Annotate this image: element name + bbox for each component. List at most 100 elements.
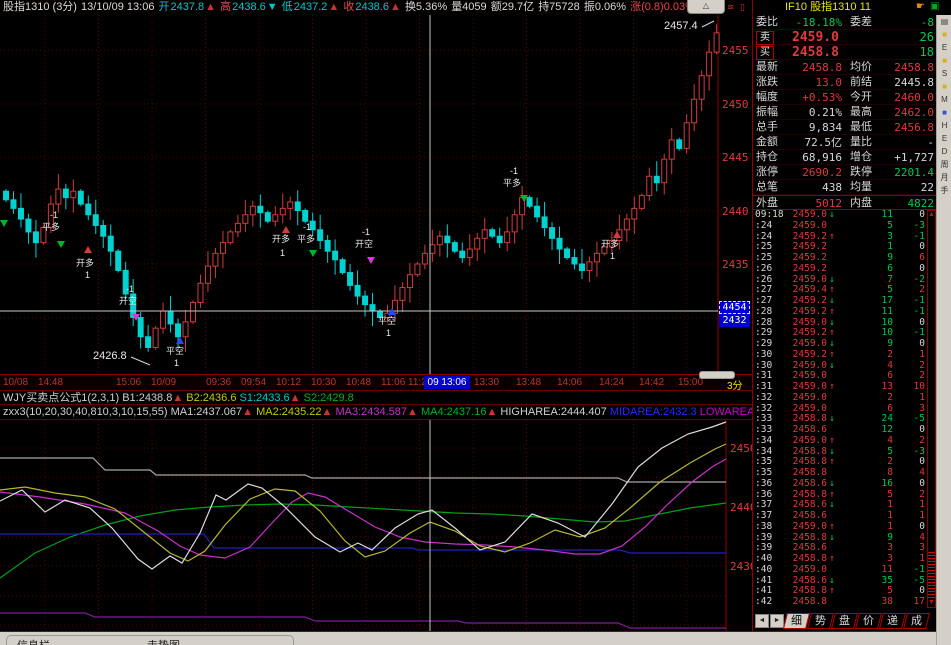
toolbar-icon[interactable]: E: [937, 41, 951, 54]
time-tick-label: 11:06: [381, 377, 405, 388]
tick-row: :312459.0↑1310: [753, 382, 937, 393]
price-tick-label: 2445: [722, 151, 749, 164]
price-tick-label: 2440: [722, 205, 749, 218]
topbar-field: 涨(0.8)0.03%: [630, 1, 695, 13]
toolbar-icon[interactable]: 月: [937, 171, 951, 184]
time-tick-label: 10:48: [346, 377, 371, 388]
buy-row[interactable]: 买2458.818: [753, 45, 937, 60]
tick-tab-盘[interactable]: 盘: [831, 613, 858, 629]
quote-row: 幅度+0.53%今开2460.0: [753, 90, 937, 105]
trade-signal-label: -1: [50, 210, 58, 220]
topbar-field: 持75728: [538, 1, 583, 13]
trade-signal-label: 1: [85, 270, 90, 280]
time-tick-label: 14:06: [557, 377, 582, 388]
toolbar-icon[interactable]: ■: [937, 106, 951, 119]
kline-chart[interactable]: 245524502445244024352430 -1平多开多1-1开空平空1开…: [0, 15, 752, 374]
horizontal-scrollbar[interactable]: [699, 371, 735, 379]
indicator-value: HIGHAREA:2444.407: [500, 406, 609, 418]
topbar-field: 换5.36%: [405, 1, 450, 13]
tick-list: 09:182459.0↓110:242459.05-3:242459.2↑3-1…: [753, 210, 937, 608]
bottom-tab-label[interactable]: 信息栏: [17, 637, 50, 645]
tick-row: :262459.0↓7-2: [753, 275, 937, 286]
tick-tab-递[interactable]: 递: [879, 613, 906, 629]
trade-signal-label: -1: [303, 222, 311, 232]
tick-row: :342458.8↓5-3: [753, 447, 937, 458]
toolbar-icon[interactable]: S: [937, 67, 951, 80]
toolbar-icon[interactable]: ■: [937, 54, 951, 67]
topbar-field: ▲: [328, 1, 342, 13]
time-tick-label: 10:30: [311, 377, 336, 388]
indicator-chart[interactable]: 245024402430: [0, 419, 752, 632]
quote-row: 最新2458.8均价2458.8: [753, 60, 937, 75]
toolbar-icon[interactable]: 手: [937, 184, 951, 197]
contract-label: IF10 股指1310 11: [785, 0, 871, 14]
trade-signal-label: 平多: [503, 178, 521, 188]
quote-panel: 委比-18.18%委差-8卖2459.026买2458.818最新2458.8均…: [753, 15, 937, 210]
tab-scroll-button[interactable]: ◄: [755, 614, 769, 628]
topbar-field: 13/10/09 13:06: [81, 1, 157, 13]
tick-tab-成[interactable]: 成: [903, 613, 930, 629]
scroll-thumb[interactable]: [928, 552, 935, 598]
indicator-value: ▲: [407, 406, 421, 418]
quote-row: 振幅0.21%最高2462.0: [753, 105, 937, 120]
tick-row: :302459.0↓42: [753, 361, 937, 372]
time-tick-label: 10/09: [151, 377, 176, 388]
indicator-formula-line2: zxx3(10,20,30,40,810,3,10,15,55) MA1:243…: [0, 404, 755, 420]
quote-row: 涨跌13.0前结2445.8: [753, 75, 937, 90]
tick-row: :242459.05-3: [753, 221, 937, 232]
topbar-field: ▼: [267, 1, 281, 13]
tick-scrollbar[interactable]: ▲ ▼: [927, 210, 936, 608]
toolbar-icon[interactable]: D: [937, 145, 951, 158]
scroll-up-icon[interactable]: ▲: [928, 211, 935, 219]
chart-style-icon[interactable]: ≋: [727, 1, 735, 14]
tick-row: :312459.062: [753, 371, 937, 382]
wai-nei-row: 外盘5012内盘4822: [753, 195, 937, 210]
tick-row: 09:182459.0↓110: [753, 210, 937, 221]
trade-signal-label: -1: [126, 284, 134, 294]
sell-row[interactable]: 卖2459.026: [753, 30, 937, 45]
tick-row: :392458.8↓94: [753, 533, 937, 544]
trade-signal-label: 1: [280, 248, 285, 258]
tick-row: :382459.0↑10: [753, 522, 937, 533]
indicator-value: WJY买卖点公式1(2,3,1): [3, 392, 122, 404]
indicator-value: ▲: [172, 392, 186, 404]
bottom-page-tab[interactable]: 信息栏 走势图: [6, 635, 294, 645]
topbar-field: 振0.06%: [584, 1, 629, 13]
price-tick-label: 2455: [722, 44, 749, 57]
toolbar-icon[interactable]: M: [937, 93, 951, 106]
indicator-value: S1:2433.6: [240, 392, 290, 404]
tick-row: :332458.6120: [753, 425, 937, 436]
bottom-tab-label[interactable]: 走势图: [147, 637, 180, 645]
topbar-field: 收: [343, 1, 354, 13]
tick-row: :372458.6↓11: [753, 500, 937, 511]
trade-signal-label: 平空: [378, 316, 396, 326]
tick-tab-价[interactable]: 价: [855, 613, 882, 629]
toolbar-icon[interactable]: H: [937, 119, 951, 132]
tick-tab-细[interactable]: 细: [783, 613, 810, 629]
toolbar-icon[interactable]: 周: [937, 158, 951, 171]
toolbar-icon[interactable]: E: [937, 132, 951, 145]
pointer-hand-icon[interactable]: ☛: [916, 0, 925, 14]
tick-row: :372458.611: [753, 511, 937, 522]
topbar-field: 额29.7亿: [491, 1, 537, 13]
toolbar-icon[interactable]: ■: [937, 80, 951, 93]
scroll-down-icon[interactable]: ▼: [928, 599, 935, 607]
toolbar-icon[interactable]: ■: [937, 28, 951, 41]
quote-row: 涨停2690.2跌停2201.4: [753, 165, 937, 180]
toolbar-icon[interactable]: ▤: [937, 15, 951, 28]
indicator-value: S2:2429.8: [304, 392, 354, 404]
tick-row: :392458.633: [753, 543, 937, 554]
topbar-field: 开: [159, 1, 170, 13]
tick-row: :282459.2↑11-1: [753, 307, 937, 318]
tab-scroll-button[interactable]: ►: [770, 614, 784, 628]
topbar-field: 2438.6: [232, 1, 266, 13]
board-icon[interactable]: ▣: [930, 0, 939, 14]
trade-signal-label: 1: [174, 358, 179, 368]
chart-window-icon[interactable]: ▯: [740, 1, 745, 14]
tick-row: :422458.83817: [753, 597, 937, 608]
time-tick-label: 09:54: [241, 377, 266, 388]
collapse-panel-button[interactable]: △: [687, 0, 725, 14]
tick-tab-势[interactable]: 势: [807, 613, 834, 629]
indicator-value: MA1:2437.067: [171, 406, 243, 418]
topbar-field: 股指1310 (3分): [3, 1, 80, 13]
